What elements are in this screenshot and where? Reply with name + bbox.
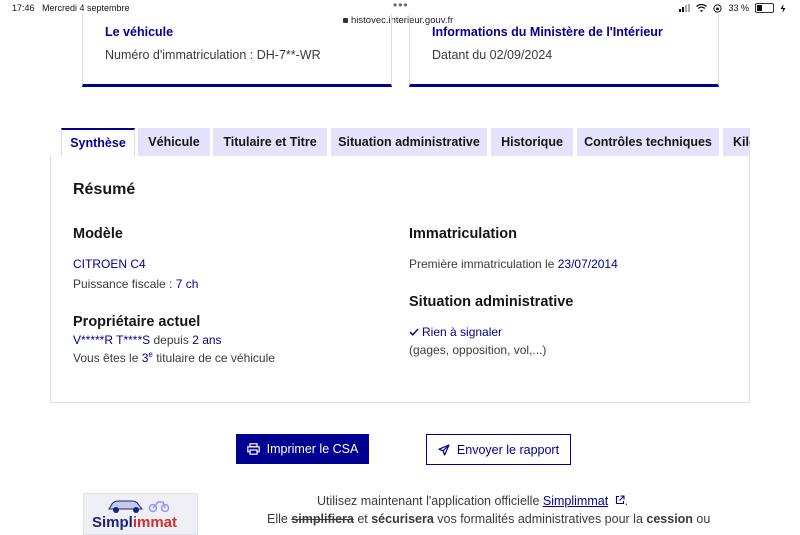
owner-name: V*****R T****S [73,333,151,347]
simplimmat-link[interactable]: Simplimmat [543,494,608,508]
summary-title: Résumé [73,181,136,198]
check-icon [409,328,419,336]
status-time: 17:46 [12,3,35,13]
motorbike-icon [148,501,170,513]
tab-controles-techniques[interactable]: Contrôles techniques [577,128,719,156]
car-icon [108,500,144,513]
battery-icon [755,3,774,13]
status-icons: 33 % [679,3,786,13]
ministry-card: Informations du Ministère de l'Intérieur… [409,14,719,87]
admin-status-text: Rien à signaler [422,325,503,339]
promo-line-2-e: vos formalités administratives pour la [433,512,647,526]
tab-historique[interactable]: Historique [491,128,573,156]
tab-bar: Synthèse Véhicule Titulaire et Titre Sit… [61,128,750,156]
promo-line-1-suffix: . [624,494,629,508]
send-report-button[interactable]: Envoyer le rapport [426,434,571,465]
simplimmat-logo-text: Simplimmat [92,514,177,531]
registration-heading: Immatriculation [409,226,517,242]
ministry-card-title: Informations du Ministère de l'Intérieur [432,25,663,39]
promo-line-2-f: cession [646,512,693,526]
model-name: CITROEN C4 [73,257,146,271]
tab-titulaire-titre[interactable]: Titulaire et Titre [213,128,327,156]
admin-status: Rien à signaler [409,325,502,339]
promo-line-2-c: et [353,512,372,526]
fiscal-power-value: 7 ch [175,277,199,291]
battery-percent: 33 % [728,3,749,13]
first-registration-label: Première immatriculation le [409,257,558,271]
tab-situation-administrative[interactable]: Situation administrative [331,128,487,156]
charging-icon [780,3,786,13]
first-registration-date: 23/07/2014 [557,257,618,271]
admin-heading: Situation administrative [409,294,574,310]
owner-heading: Propriétaire actuel [73,314,201,330]
vehicle-card: Le véhicule Numéro d'immatriculation : D… [82,14,392,87]
external-link-icon [615,495,625,505]
promo-line-1: Utilisez maintenant l'application offici… [317,494,628,508]
model-heading: Modèle [73,226,123,242]
owner-line: V*****R T****S depuis 2 ans [73,333,222,347]
print-csa-button[interactable]: Imprimer le CSA [236,434,369,464]
wifi-icon [696,4,708,12]
printer-icon [246,443,260,455]
registration-number: Numéro d'immatriculation : DH-7**-WR [105,48,321,62]
cellular-signal-icon [679,4,691,12]
promo-line-2-d: sécurisera [371,512,434,526]
data-date: Datant du 02/09/2024 [432,48,553,62]
owner-since-label: depuis [150,333,193,347]
send-report-label: Envoyer le rapport [456,442,560,457]
tab-kilometrage[interactable]: Kilo [723,128,750,156]
status-date: Mercredi 4 septembre [42,3,130,13]
owner-rank-suffix: titulaire de ce véhicule [152,351,275,365]
promo-line-2-g: ou [692,512,711,526]
owner-rank: Vous êtes le 3e titulaire de ce véhicule [73,350,275,365]
fiscal-power: Puissance fiscale : 7 ch [73,277,198,291]
owner-since-value: 2 ans [192,333,222,347]
vehicle-card-title: Le véhicule [105,25,174,39]
promo-line-2-a: Elle [267,512,292,526]
logo-text-a: Simpl [92,514,133,531]
tab-vehicule[interactable]: Véhicule [138,128,210,156]
send-icon [438,443,450,456]
owner-rank-prefix: Vous êtes le [73,351,142,365]
fiscal-power-label: Puissance fiscale : [73,277,176,291]
synthese-panel: Résumé Modèle CITROEN C4 Puissance fisca… [50,155,750,403]
promo-line-2-b: simplifiera [291,512,354,526]
promo-line-2: Elle simplifiera et sécurisera vos forma… [267,512,710,526]
simplimmat-logo[interactable]: Simplimmat [83,493,198,535]
logo-text-b: immat [132,514,178,531]
multitask-dots-icon[interactable]: ••• [393,0,409,12]
promo-line-1-prefix: Utilisez maintenant l'application offici… [317,494,543,508]
print-csa-label: Imprimer le CSA [266,442,359,456]
tab-synthese[interactable]: Synthèse [61,128,135,156]
first-registration: Première immatriculation le 23/07/2014 [409,257,618,271]
admin-detail: (gages, opposition, vol,...) [409,343,547,357]
orientation-lock-icon [713,3,723,13]
